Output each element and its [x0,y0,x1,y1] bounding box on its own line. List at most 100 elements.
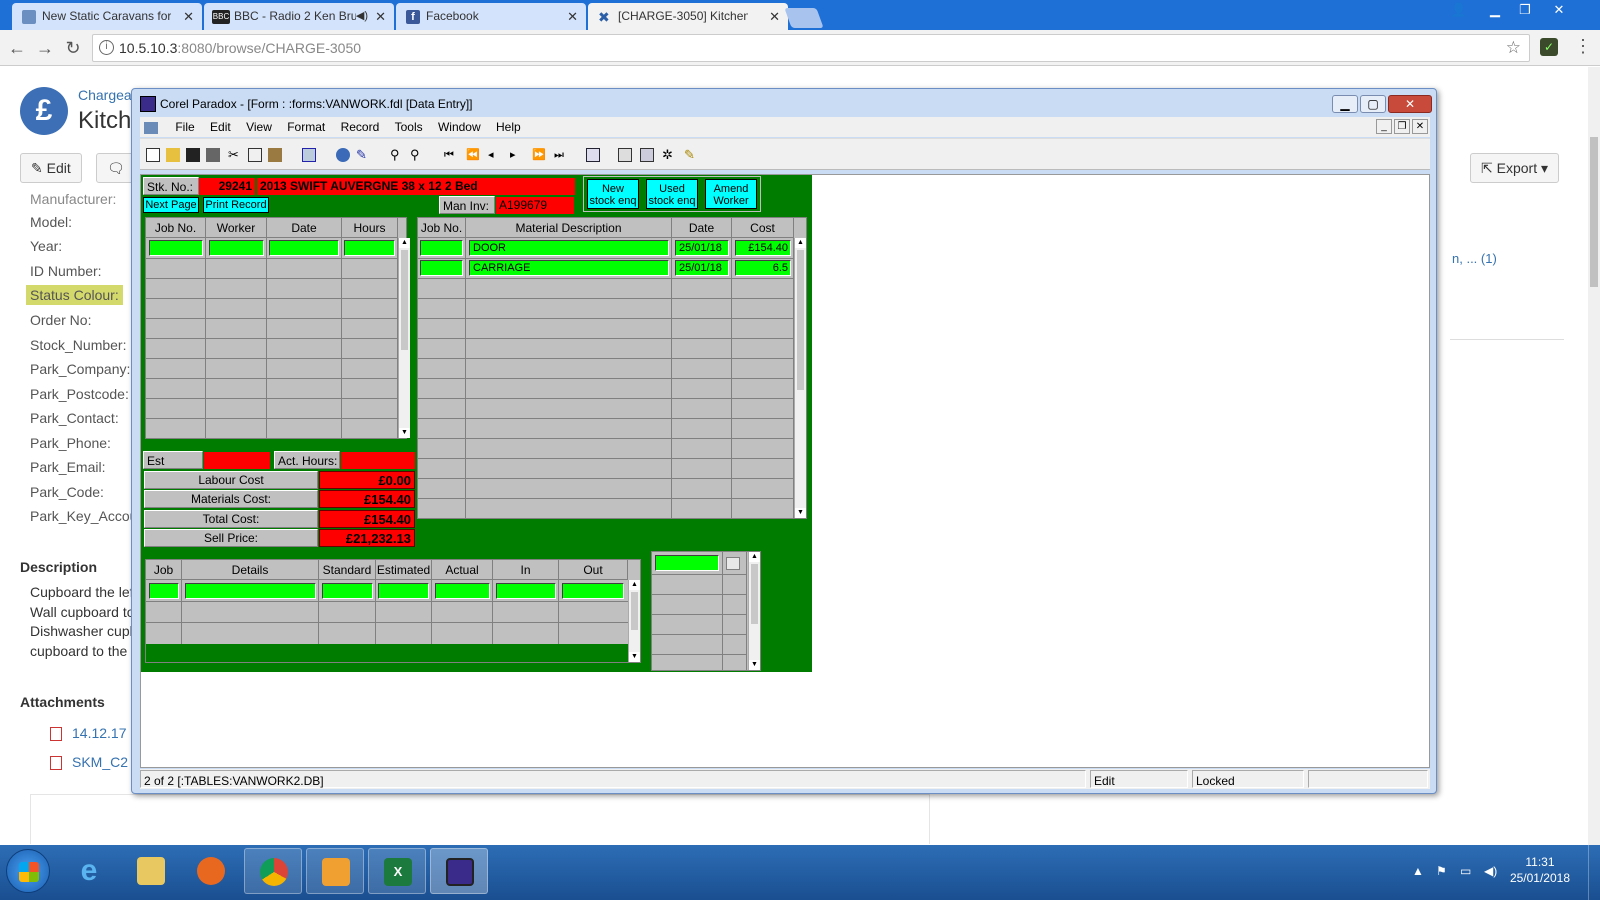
taskbar-media[interactable] [182,848,240,894]
material-date-cell[interactable]: 25/01/18 [675,260,729,276]
small-grid-cell[interactable] [655,555,719,571]
filter-icon[interactable] [586,148,600,162]
reload-icon[interactable]: ↻ [62,37,84,59]
taskbar-excel[interactable]: X [368,848,426,894]
browser-tab-caravans[interactable]: New Static Caravans for ✕ [12,3,202,30]
link-icon[interactable] [336,148,350,162]
forward-icon[interactable]: → [34,37,56,59]
menu-edit[interactable]: Edit [204,117,237,137]
taskbar-paradox[interactable] [430,848,488,894]
job-scrollbar[interactable]: ▲ ▼ [628,580,640,662]
job-cell[interactable] [149,583,179,599]
tab-close-icon[interactable]: ✕ [375,3,386,30]
new-tab-button[interactable] [784,8,824,28]
used-stock-enq-button[interactable]: Used stock enq [646,179,698,209]
tab-close-icon[interactable]: ✕ [769,3,780,30]
speaker-icon[interactable]: ◀) [356,3,368,30]
open-icon[interactable] [166,148,180,162]
mdi-restore-button[interactable]: ❐ [1394,119,1410,134]
scroll-down-icon[interactable]: ▼ [629,652,640,662]
scroll-up-icon[interactable]: ▲ [399,238,410,248]
action-center-flag-icon[interactable]: ⚑ [1436,864,1450,878]
job-details-cell[interactable] [185,583,316,599]
tab-close-icon[interactable]: ✕ [183,3,194,30]
start-button[interactable] [6,849,50,893]
new-stock-enq-button[interactable]: New stock enq [587,179,639,209]
job-standard-cell[interactable] [322,583,373,599]
system-clock[interactable]: 11:31 25/01/2018 [1510,854,1570,886]
page-scrollbar[interactable] [1588,67,1600,845]
next-set-icon[interactable]: ⏩ [532,148,546,162]
extension-icon[interactable]: ✓ [1540,38,1558,56]
paradox-close-button[interactable]: ✕ [1388,95,1432,113]
material-job-no-cell[interactable] [420,260,463,276]
minimize-button[interactable]: ▁ [1482,0,1508,22]
paste-icon[interactable] [268,148,282,162]
menu-dots-icon[interactable]: ⋮ [1574,36,1592,57]
menu-window[interactable]: Window [432,117,487,137]
print-icon[interactable] [206,148,220,162]
material-job-no-cell[interactable] [420,240,463,256]
menu-record[interactable]: Record [335,117,386,137]
sell-price-field[interactable]: £21,232.13 [319,529,415,547]
experts-icon[interactable]: ✲ [662,148,676,162]
man-inv-field[interactable]: A199679 [496,197,574,214]
job-in-cell[interactable] [496,583,556,599]
labour-date-cell[interactable] [269,240,339,256]
tray-show-hidden-icon[interactable]: ▲ [1412,864,1426,878]
copy-icon[interactable] [248,148,262,162]
paradox-minimize-button[interactable]: ▁ [1332,95,1358,113]
edit-button[interactable]: ✎ Edit [20,153,82,183]
labour-worker-cell[interactable] [209,240,264,256]
job-estimated-cell[interactable] [378,583,429,599]
taskbar-explorer[interactable] [122,848,180,894]
menu-view[interactable]: View [240,117,278,137]
scroll-up-icon[interactable]: ▲ [629,580,640,590]
new-icon[interactable] [146,148,160,162]
scroll-down-icon[interactable]: ▼ [795,508,806,518]
taskbar-chrome[interactable] [244,848,302,894]
close-button[interactable]: ✕ [1546,0,1572,22]
pencil-icon[interactable]: ✎ [684,148,698,162]
material-description-cell[interactable]: DOOR [469,240,669,256]
taskbar-internet-explorer[interactable]: e [60,848,118,894]
mdi-close-button[interactable]: ✕ [1412,119,1428,134]
small-grid-scrollbar[interactable]: ▲ ▼ [748,552,760,670]
amend-worker-button[interactable]: Amend Worker [705,179,757,209]
form-view-icon[interactable] [640,148,654,162]
browser-tab-facebook[interactable]: f Facebook ✕ [396,3,586,30]
scroll-up-icon[interactable]: ▲ [795,238,806,248]
attachment-link[interactable]: SKM_C2 [50,754,128,771]
small-grid-checkbox[interactable] [726,557,740,570]
export-button[interactable]: ⇱ Export ▾ [1470,153,1560,183]
scroll-thumb[interactable] [751,564,758,624]
labour-hours-cell[interactable] [344,240,395,256]
stk-no-field[interactable]: 29241 [199,178,255,195]
info-icon[interactable]: i [99,40,114,55]
show-desktop-button[interactable] [1588,845,1600,900]
url-input[interactable]: i 10.5.10.3:8080/browse/CHARGE-3050 ☆ [92,34,1530,62]
scroll-up-icon[interactable]: ▲ [749,552,760,562]
scroll-thumb[interactable] [797,250,804,390]
menu-format[interactable]: Format [281,117,331,137]
edit-data-icon[interactable]: ✎ [356,148,370,162]
browser-tab-charge[interactable]: ✖ [CHARGE-3050] Kitchen ✕ [588,3,788,30]
mdi-minimize-button[interactable]: _ [1376,119,1392,134]
restore-button[interactable]: ❐ [1512,0,1538,22]
network-icon[interactable]: ▭ [1460,864,1474,878]
locate-next-icon[interactable]: ⚲ [410,148,424,162]
est-hours-field[interactable] [204,452,270,469]
act-hours-field[interactable] [341,452,415,469]
scroll-thumb[interactable] [401,250,408,350]
browser-tab-bbc[interactable]: BBC BBC - Radio 2 Ken Bru ◀) ✕ [204,3,394,30]
material-cost-cell[interactable]: 6.5 [735,260,791,276]
design-icon[interactable] [302,148,316,162]
tab-close-icon[interactable]: ✕ [567,3,578,30]
next-record-icon[interactable]: ▸ [510,148,524,162]
material-cost-cell[interactable]: £154.40 [735,240,791,256]
van-description-field[interactable]: 2013 SWIFT AUVERGNE 38 x 12 2 Bed [257,178,575,195]
menu-help[interactable]: Help [490,117,527,137]
scroll-thumb[interactable] [631,592,638,630]
material-date-cell[interactable]: 25/01/18 [675,240,729,256]
activity-link[interactable]: n, ... (1) [1452,251,1497,266]
